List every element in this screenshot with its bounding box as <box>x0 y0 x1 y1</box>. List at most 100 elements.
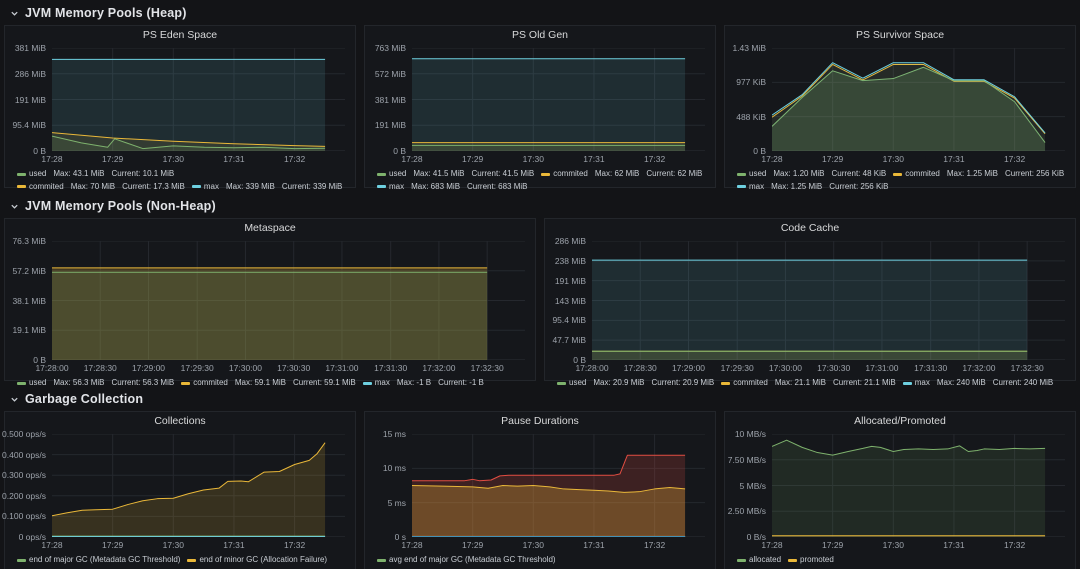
legend-item[interactable]: promoted <box>788 554 834 567</box>
panel-code-cache: Code Cache0 B47.7 MiB95.4 MiB143 MiB191 … <box>544 218 1076 381</box>
x-axis-label: 17:32:00 <box>422 363 455 373</box>
legend-stat: Current: 48 KiB <box>832 168 887 181</box>
legend-label: used <box>389 168 406 181</box>
plot-area[interactable]: 17:2817:2917:3017:3117:32 <box>772 434 1065 537</box>
legend-stat: Current: 683 MiB <box>467 181 527 194</box>
y-axis-label: 0.200 ops/s <box>2 491 46 501</box>
legend-swatch-icon <box>192 185 201 188</box>
panel-pause-durations: Pause Durations0 s5 ms10 ms15 ms17:2817:… <box>364 411 716 569</box>
chart-area: 0 ops/s0.100 ops/s0.200 ops/s0.300 ops/s… <box>5 431 355 537</box>
x-axis-label: 17:31:30 <box>374 363 407 373</box>
legend-stat: Max: 1.25 MiB <box>771 181 822 194</box>
panel-title[interactable]: Allocated/Promoted <box>725 412 1075 431</box>
legend-stat: Max: 339 MiB <box>226 181 275 194</box>
panel-row-2: Collections0 ops/s0.100 ops/s0.200 ops/s… <box>4 411 1076 569</box>
section-header-jvm-memory-pools-non-heap[interactable]: JVM Memory Pools (Non-Heap) <box>4 193 1076 218</box>
legend-item[interactable]: end of major GC (Metadata GC Threshold) <box>17 554 180 567</box>
legend-stat: Max: 1.20 MiB <box>773 168 824 181</box>
panel-allocated-promoted: Allocated/Promoted0 B/s2.50 MB/s5 MB/s7.… <box>724 411 1076 569</box>
legend-item[interactable]: maxMax: 339 MiBCurrent: 339 MiB <box>192 181 343 194</box>
legend-item[interactable]: usedMax: 43.1 MiBCurrent: 10.1 MiB <box>17 168 174 181</box>
y-axis-label: 57.2 MiB <box>12 266 46 276</box>
panel-title[interactable]: Collections <box>5 412 355 431</box>
chart-canvas[interactable] <box>52 434 345 537</box>
legend-item[interactable]: commitedMax: 70 MiBCurrent: 17.3 MiB <box>17 181 185 194</box>
plot-area[interactable]: 17:2817:2917:3017:3117:32 <box>52 48 345 151</box>
panel-title[interactable]: Pause Durations <box>365 412 715 431</box>
legend: end of major GC (Metadata GC Threshold) e… <box>5 553 355 569</box>
dashboard: JVM Memory Pools (Heap)PS Eden Space0 B9… <box>0 0 1080 569</box>
panel-collections: Collections0 ops/s0.100 ops/s0.200 ops/s… <box>4 411 356 569</box>
legend-item[interactable]: commitedMax: 62 MiBCurrent: 62 MiB <box>541 168 702 181</box>
legend-item[interactable]: usedMax: 20.9 MiBCurrent: 20.9 MiB <box>557 377 714 390</box>
legend: usedMax: 41.5 MiBCurrent: 41.5 MiB commit… <box>365 167 715 196</box>
y-axis-label: 238 MiB <box>555 256 586 266</box>
legend-item[interactable]: maxMax: 1.25 MiBCurrent: 256 KiB <box>737 181 888 194</box>
y-axis-label: 286 MiB <box>555 236 586 246</box>
plot-area[interactable]: 17:2817:2917:3017:3117:32 <box>772 48 1065 151</box>
x-axis-label: 17:29:30 <box>181 363 214 373</box>
x-axis-label: 17:32:00 <box>962 363 995 373</box>
x-axis-label: 17:31 <box>223 154 244 164</box>
section-0: JVM Memory Pools (Heap)PS Eden Space0 B9… <box>4 0 1076 188</box>
legend-swatch-icon <box>541 173 550 176</box>
panel-title[interactable]: PS Survivor Space <box>725 26 1075 45</box>
section-header-jvm-memory-pools-heap[interactable]: JVM Memory Pools (Heap) <box>4 0 1076 25</box>
plot-area[interactable]: 17:2817:2917:3017:3117:32 <box>52 434 345 537</box>
chart-canvas[interactable] <box>772 434 1065 537</box>
legend-swatch-icon <box>737 559 746 562</box>
legend-stat: Max: -1 B <box>397 377 431 390</box>
legend-swatch-icon <box>377 559 386 562</box>
chart-canvas[interactable] <box>412 48 705 151</box>
x-axis-label: 17:30:00 <box>769 363 802 373</box>
plot-area[interactable]: 17:28:0017:28:3017:29:0017:29:3017:30:00… <box>592 241 1065 360</box>
y-axis: 0 B488 KiB977 KiB1.43 MiB <box>725 48 772 151</box>
legend-label: used <box>29 377 46 390</box>
x-axis-label: 17:30 <box>163 540 184 550</box>
legend-label: max <box>915 377 930 390</box>
y-axis-label: 0.300 ops/s <box>2 470 46 480</box>
legend-item[interactable]: end of minor GC (Allocation Failure) <box>187 554 327 567</box>
panel-title[interactable]: Metaspace <box>5 219 535 238</box>
legend-label: max <box>389 181 404 194</box>
legend-swatch-icon <box>737 185 746 188</box>
x-axis-label: 17:28:00 <box>35 363 68 373</box>
y-axis-label: 0.100 ops/s <box>2 511 46 521</box>
legend-item[interactable]: usedMax: 41.5 MiBCurrent: 41.5 MiB <box>377 168 534 181</box>
plot-area[interactable]: 17:2817:2917:3017:3117:32 <box>412 48 705 151</box>
panel-title[interactable]: PS Eden Space <box>5 26 355 45</box>
x-axis-label: 17:32 <box>1004 540 1025 550</box>
legend-item[interactable]: commitedMax: 21.1 MiBCurrent: 21.1 MiB <box>721 377 896 390</box>
legend-item[interactable]: maxMax: 683 MiBCurrent: 683 MiB <box>377 181 528 194</box>
x-axis-label: 17:28 <box>761 154 782 164</box>
x-axis-label: 17:32 <box>284 154 305 164</box>
legend-stat: Max: 21.1 MiB <box>775 377 826 390</box>
legend-item[interactable]: commitedMax: 59.1 MiBCurrent: 59.1 MiB <box>181 377 356 390</box>
panel-title[interactable]: PS Old Gen <box>365 26 715 45</box>
chart-canvas[interactable] <box>52 48 345 151</box>
legend-item[interactable]: maxMax: -1 BCurrent: -1 B <box>363 377 484 390</box>
section-title: Garbage Collection <box>25 392 143 406</box>
x-axis-label: 17:29:00 <box>132 363 165 373</box>
legend-item[interactable]: avg end of major GC (Metadata GC Thresho… <box>377 554 556 567</box>
chart-canvas[interactable] <box>592 241 1065 360</box>
legend-stat: Max: 43.1 MiB <box>53 168 104 181</box>
legend-item[interactable]: commitedMax: 1.25 MiBCurrent: 256 KiB <box>893 168 1064 181</box>
chart-canvas[interactable] <box>52 241 525 360</box>
legend-stat: Current: 240 MiB <box>993 377 1053 390</box>
chart-canvas[interactable] <box>412 434 705 537</box>
legend-item[interactable]: allocated <box>737 554 781 567</box>
y-axis-label: 763 MiB <box>375 43 406 53</box>
section-2: Garbage CollectionCollections0 ops/s0.10… <box>4 386 1076 569</box>
y-axis-label: 191 MiB <box>375 120 406 130</box>
plot-area[interactable]: 17:2817:2917:3017:3117:32 <box>412 434 705 537</box>
chart-canvas[interactable] <box>772 48 1065 151</box>
chart-area: 0 B191 MiB381 MiB572 MiB763 MiB17:2817:2… <box>365 45 715 151</box>
chart-area: 0 B19.1 MiB38.1 MiB57.2 MiB76.3 MiB17:28… <box>5 238 535 360</box>
legend-item[interactable]: maxMax: 240 MiBCurrent: 240 MiB <box>903 377 1054 390</box>
plot-area[interactable]: 17:28:0017:28:3017:29:0017:29:3017:30:00… <box>52 241 525 360</box>
legend-label: used <box>749 168 766 181</box>
legend-item[interactable]: usedMax: 56.3 MiBCurrent: 56.3 MiB <box>17 377 174 390</box>
legend-item[interactable]: used Max: 1.20 MiB Current: 48 KiB <box>737 168 886 181</box>
panel-title[interactable]: Code Cache <box>545 219 1075 238</box>
